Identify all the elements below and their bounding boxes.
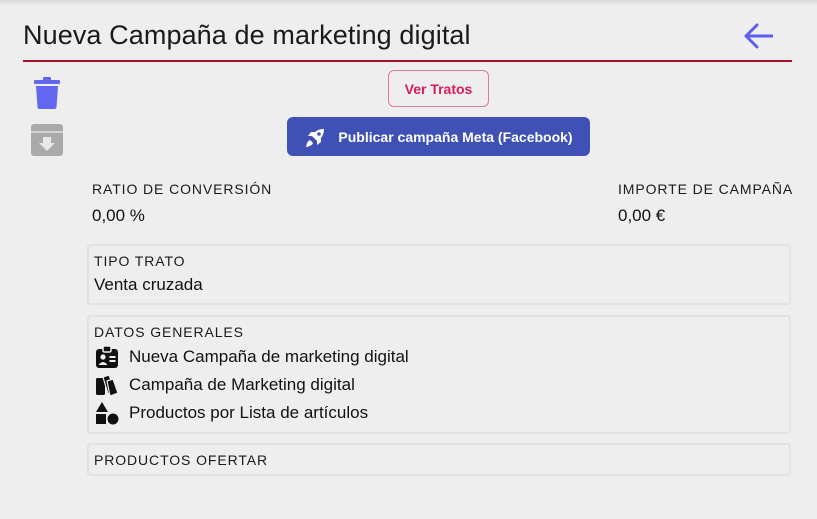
datos-item-campaign-name: Nueva Campaña de marketing digital [94,343,784,371]
conversion-label: RATIO DE CONVERSIÓN [92,181,273,197]
datos-generales-label: DATOS GENERALES [94,324,244,340]
datos-item-products: Productos por Lista de artículos [94,399,784,427]
tipo-trato-card: TIPO TRATO Venta cruzada [87,244,791,305]
delete-button[interactable] [30,76,64,110]
productos-ofertar-card: PRODUCTOS OFERTAR [87,443,791,476]
page-title: Nueva Campaña de marketing digital [23,20,471,50]
swatchbook-icon [96,374,119,397]
datos-item-text: Productos por Lista de artículos [129,403,369,422]
id-badge-icon [96,345,118,368]
amount-label: IMPORTE DE CAMPAÑA [618,181,794,197]
archive-button[interactable] [30,123,64,157]
arrow-left-icon [744,23,773,49]
conversion-value: 0,00 % [92,206,145,225]
amount-stat: IMPORTE DE CAMPAÑA 0,00 € [618,181,793,226]
datos-item-text: Campaña de Marketing digital [129,375,355,394]
conversion-stat: RATIO DE CONVERSIÓN 0,00 % [92,181,272,226]
datos-item-text: Nueva Campaña de marketing digital [129,347,409,366]
publish-meta-button[interactable]: Publicar campaña Meta (Facebook) [287,117,590,156]
productos-ofertar-label: PRODUCTOS OFERTAR [94,452,268,468]
datos-generales-card: DATOS GENERALES Nueva Campaña de marketi… [87,315,791,434]
window-top-shadow [0,0,817,5]
datos-item-campaign-type: Campaña de Marketing digital [94,371,784,399]
page-header: Nueva Campaña de marketing digital [23,14,792,62]
trash-icon [34,77,60,109]
ver-tratos-button[interactable]: Ver Tratos [388,70,489,107]
tipo-trato-value: Venta cruzada [94,275,203,294]
shapes-icon [96,402,119,425]
back-button[interactable] [742,20,774,52]
amount-value: 0,00 € [618,206,666,225]
archive-download-icon [31,124,63,156]
tipo-trato-label: TIPO TRATO [94,253,186,269]
rocket-icon [306,128,325,147]
publish-meta-label: Publicar campaña Meta (Facebook) [338,128,573,145]
